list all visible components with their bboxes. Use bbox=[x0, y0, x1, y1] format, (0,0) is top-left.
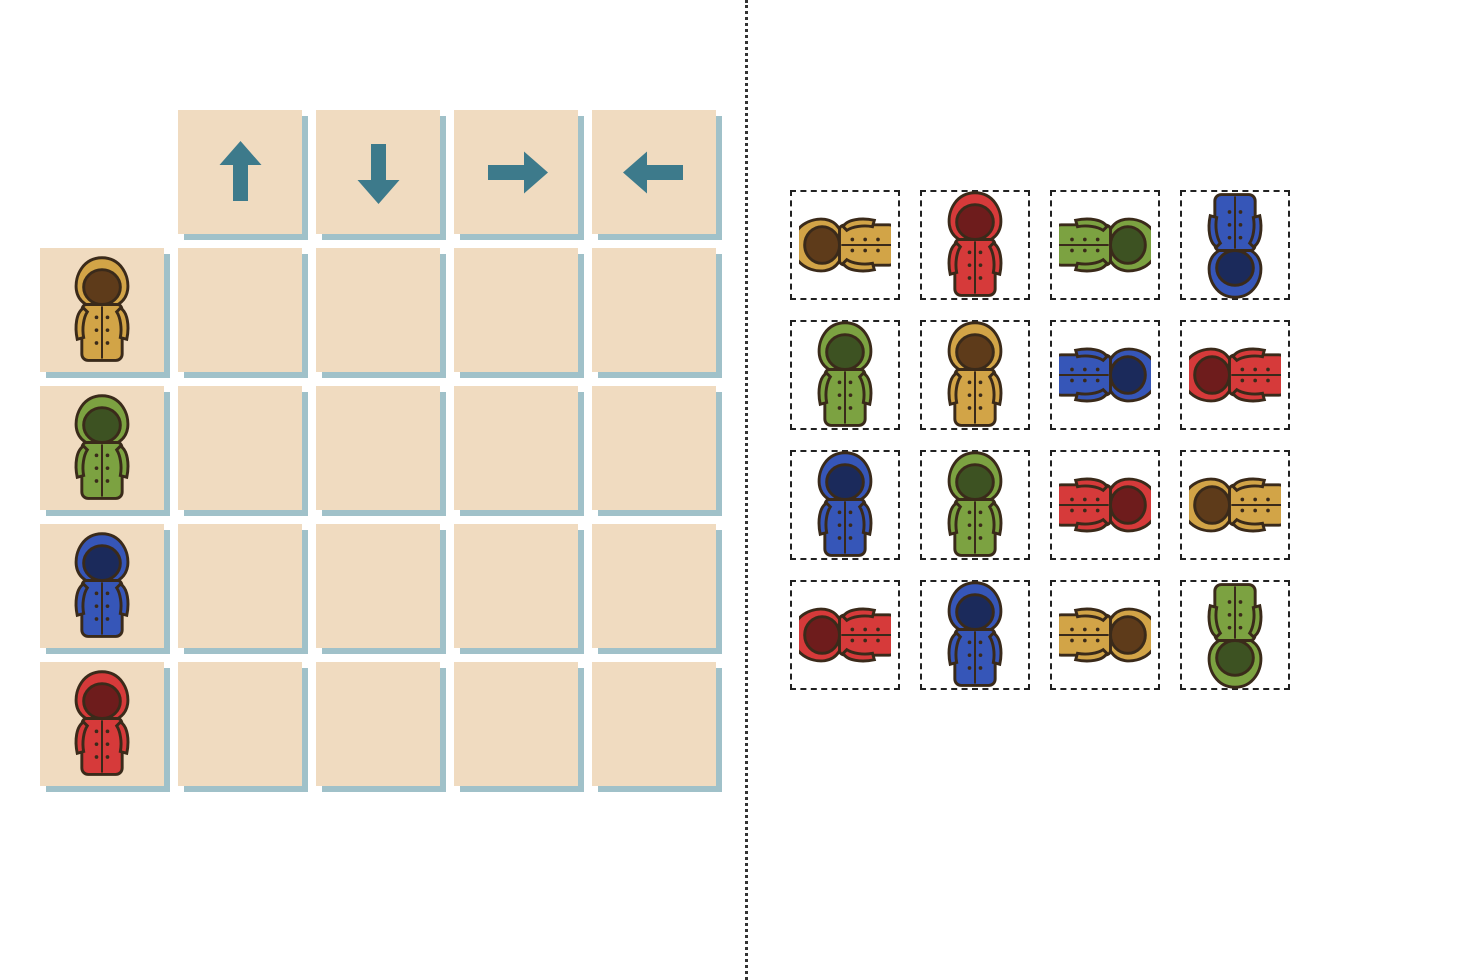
raincoat-green-icon bbox=[1059, 190, 1151, 300]
answer-slot-r2-c1[interactable] bbox=[178, 386, 302, 510]
cutout-tiles-panel bbox=[770, 0, 1470, 980]
cutout-tile-blue-up[interactable] bbox=[790, 450, 900, 560]
raincoat-yellow-icon bbox=[56, 255, 148, 365]
raincoat-red-icon bbox=[799, 580, 891, 690]
cutout-tile-red-left[interactable] bbox=[1180, 320, 1290, 430]
answer-slot-r1-c1[interactable] bbox=[178, 248, 302, 372]
cutout-tile-yellow-right[interactable] bbox=[1050, 580, 1160, 690]
arrow-right-header bbox=[454, 110, 578, 234]
arrow-left-header bbox=[592, 110, 716, 234]
answer-slot-r4-c4[interactable] bbox=[592, 662, 716, 786]
cutout-tile-yellow-left[interactable] bbox=[1180, 450, 1290, 560]
answer-slot-r1-c3[interactable] bbox=[454, 248, 578, 372]
raincoat-yellow-icon bbox=[799, 190, 891, 300]
raincoat-red-icon bbox=[929, 190, 1021, 300]
answer-slot-r3-c3[interactable] bbox=[454, 524, 578, 648]
cutout-tile-blue-down[interactable] bbox=[1180, 190, 1290, 300]
answer-slot-r1-c2[interactable] bbox=[316, 248, 440, 372]
row-figure-green bbox=[40, 386, 164, 510]
raincoat-blue-icon bbox=[1189, 190, 1281, 300]
raincoat-blue-icon bbox=[929, 580, 1021, 690]
arrow-down-header bbox=[316, 110, 440, 234]
cutout-tile-red-left[interactable] bbox=[790, 580, 900, 690]
cutout-tile-yellow-left[interactable] bbox=[790, 190, 900, 300]
answer-slot-r4-c3[interactable] bbox=[454, 662, 578, 786]
cut-line-divider bbox=[745, 0, 749, 980]
answer-slot-r2-c4[interactable] bbox=[592, 386, 716, 510]
raincoat-red-icon bbox=[1059, 450, 1151, 560]
answer-slot-r4-c1[interactable] bbox=[178, 662, 302, 786]
answer-slot-r2-c3[interactable] bbox=[454, 386, 578, 510]
raincoat-blue-icon bbox=[56, 531, 148, 641]
puzzle-grid-panel bbox=[0, 0, 745, 980]
raincoat-green-icon bbox=[929, 450, 1021, 560]
raincoat-blue-icon bbox=[799, 450, 891, 560]
row-figure-red bbox=[40, 662, 164, 786]
raincoat-red-icon bbox=[1189, 320, 1281, 430]
raincoat-yellow-icon bbox=[929, 320, 1021, 430]
answer-slot-r4-c2[interactable] bbox=[316, 662, 440, 786]
answer-slot-r3-c2[interactable] bbox=[316, 524, 440, 648]
row-figure-yellow bbox=[40, 248, 164, 372]
raincoat-green-icon bbox=[799, 320, 891, 430]
cutout-tile-blue-right[interactable] bbox=[1050, 320, 1160, 430]
answer-slot-r3-c4[interactable] bbox=[592, 524, 716, 648]
cutout-tile-green-right[interactable] bbox=[1050, 190, 1160, 300]
arrow-up-header bbox=[178, 110, 302, 234]
answer-slot-r2-c2[interactable] bbox=[316, 386, 440, 510]
answer-slot-r3-c1[interactable] bbox=[178, 524, 302, 648]
cutout-tile-green-up[interactable] bbox=[920, 450, 1030, 560]
raincoat-yellow-icon bbox=[1059, 580, 1151, 690]
cutout-tile-yellow-up[interactable] bbox=[920, 320, 1030, 430]
cutout-tile-blue-up[interactable] bbox=[920, 580, 1030, 690]
cutout-tile-red-right[interactable] bbox=[1050, 450, 1160, 560]
raincoat-green-icon bbox=[56, 393, 148, 503]
cutout-tile-red-up[interactable] bbox=[920, 190, 1030, 300]
cutout-tile-green-up[interactable] bbox=[790, 320, 900, 430]
worksheet-page bbox=[0, 0, 1470, 980]
answer-slot-r1-c4[interactable] bbox=[592, 248, 716, 372]
raincoat-red-icon bbox=[56, 669, 148, 779]
raincoat-yellow-icon bbox=[1189, 450, 1281, 560]
row-figure-blue bbox=[40, 524, 164, 648]
cutout-tile-green-down[interactable] bbox=[1180, 580, 1290, 690]
raincoat-green-icon bbox=[1189, 580, 1281, 690]
raincoat-blue-icon bbox=[1059, 320, 1151, 430]
